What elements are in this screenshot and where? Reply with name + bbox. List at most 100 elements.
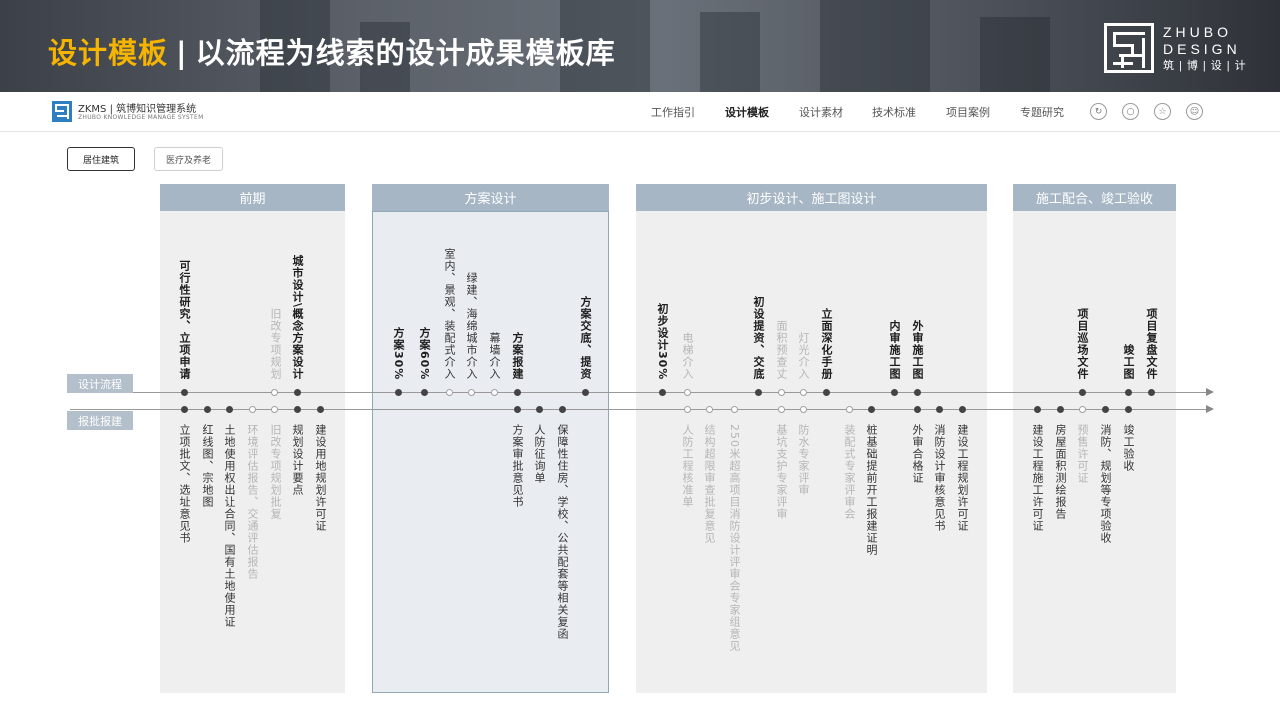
- phase-header-schematic[interactable]: 方案设计: [372, 184, 609, 211]
- approval-node[interactable]: [204, 406, 211, 413]
- design-node[interactable]: [181, 389, 188, 396]
- design-node[interactable]: [1125, 389, 1132, 396]
- approval-item[interactable]: 建设用地规划许可证: [314, 424, 327, 532]
- approval-node[interactable]: [684, 406, 691, 413]
- approval-node[interactable]: [181, 406, 188, 413]
- design-item[interactable]: 内审施工图: [888, 320, 901, 380]
- approval-item[interactable]: 环境评估报告、交通评估报告: [246, 424, 259, 580]
- design-item[interactable]: 方案60%: [418, 327, 431, 380]
- approval-node[interactable]: [226, 406, 233, 413]
- filter-residential[interactable]: 居住建筑: [67, 147, 135, 171]
- design-item[interactable]: 竣工图: [1122, 344, 1135, 380]
- design-item[interactable]: 方案交底、提资: [579, 296, 592, 380]
- approval-item[interactable]: 外审合格证: [911, 424, 924, 484]
- approval-node[interactable]: [1125, 406, 1132, 413]
- approval-node[interactable]: [536, 406, 543, 413]
- design-item[interactable]: 电梯介入: [681, 332, 694, 380]
- share-icon[interactable]: ↻: [1090, 103, 1107, 120]
- design-item[interactable]: 城市设计\概念方案设计: [291, 255, 304, 380]
- phase-header-preliminary[interactable]: 前期: [160, 184, 345, 211]
- approval-node[interactable]: [914, 406, 921, 413]
- nav-item-project-cases[interactable]: 项目案例: [946, 104, 990, 120]
- phase-header-completion[interactable]: 施工配合、竣工验收: [1013, 184, 1176, 211]
- approval-node[interactable]: [706, 406, 713, 413]
- approval-item[interactable]: 土地使用权出让合同、国有土地使用证: [223, 424, 236, 628]
- design-node[interactable]: [468, 389, 475, 396]
- approval-item[interactable]: 旧改专项规划批复: [269, 424, 282, 520]
- approval-item[interactable]: 防水专家评审: [797, 424, 810, 496]
- approval-node[interactable]: [559, 406, 566, 413]
- design-node[interactable]: [446, 389, 453, 396]
- approval-item[interactable]: 建设工程规划许可证: [956, 424, 969, 532]
- design-node[interactable]: [421, 389, 428, 396]
- nav-item-design-materials[interactable]: 设计素材: [799, 104, 843, 120]
- design-node[interactable]: [395, 389, 402, 396]
- design-item[interactable]: 外审施工图: [911, 320, 924, 380]
- approval-node[interactable]: [1079, 406, 1086, 413]
- approval-node[interactable]: [271, 406, 278, 413]
- design-node[interactable]: [914, 389, 921, 396]
- design-node[interactable]: [294, 389, 301, 396]
- approval-node[interactable]: [1057, 406, 1064, 413]
- design-node[interactable]: [778, 389, 785, 396]
- design-item[interactable]: 面积预查丈: [775, 320, 788, 380]
- phase-header-construction-docs[interactable]: 初步设计、施工图设计: [636, 184, 987, 211]
- filter-medical-elderly[interactable]: 医疗及养老: [154, 147, 223, 171]
- approval-node[interactable]: [959, 406, 966, 413]
- design-item[interactable]: 初设提资、交底: [752, 296, 765, 380]
- nav-item-design-templates[interactable]: 设计模板: [725, 104, 769, 120]
- design-item[interactable]: 项目巡场文件: [1076, 308, 1089, 380]
- design-node[interactable]: [891, 389, 898, 396]
- design-item[interactable]: 幕墙介入: [488, 332, 501, 380]
- design-item[interactable]: 旧改专项规划: [269, 308, 282, 380]
- approval-node[interactable]: [1102, 406, 1109, 413]
- design-item[interactable]: 初步设计30%: [656, 303, 669, 380]
- approval-node[interactable]: [731, 406, 738, 413]
- design-node[interactable]: [659, 389, 666, 396]
- approval-item[interactable]: 红线图、宗地图: [201, 424, 214, 508]
- design-node[interactable]: [1079, 389, 1086, 396]
- design-node[interactable]: [684, 389, 691, 396]
- approval-item[interactable]: 立项批文、选址意见书: [178, 424, 191, 544]
- approval-item[interactable]: 250米超高项目消防设计评审会专家组意见: [728, 424, 741, 652]
- design-item[interactable]: 可行性研究、立项申请: [178, 260, 191, 380]
- nav-item-topic-research[interactable]: 专题研究: [1020, 104, 1064, 120]
- approval-node[interactable]: [846, 406, 853, 413]
- approval-node[interactable]: [800, 406, 807, 413]
- approval-node[interactable]: [294, 406, 301, 413]
- nav-item-work-guide[interactable]: 工作指引: [651, 104, 695, 120]
- design-item[interactable]: 绿建、海绵城市介入: [465, 272, 478, 380]
- approval-item[interactable]: 人防工程核准单: [681, 424, 694, 508]
- approval-item[interactable]: 竣工验收: [1122, 424, 1135, 472]
- design-item[interactable]: 立面深化手册: [820, 308, 833, 380]
- design-node[interactable]: [823, 389, 830, 396]
- approval-item[interactable]: 保障性住房、学校、公共配套等相关复函: [556, 424, 569, 640]
- approval-item[interactable]: 规划设计要点: [291, 424, 304, 496]
- design-node[interactable]: [491, 389, 498, 396]
- approval-item[interactable]: 预售许可证: [1076, 424, 1089, 484]
- design-item[interactable]: 室内、景观、装配式介入: [443, 248, 456, 380]
- approval-item[interactable]: 方案审批意见书: [511, 424, 524, 508]
- design-item[interactable]: 项目复盘文件: [1145, 308, 1158, 380]
- phase-column-schematic[interactable]: [372, 211, 609, 693]
- approval-node[interactable]: [317, 406, 324, 413]
- approval-node[interactable]: [936, 406, 943, 413]
- design-node[interactable]: [1148, 389, 1155, 396]
- nav-item-tech-standards[interactable]: 技术标准: [872, 104, 916, 120]
- approval-item[interactable]: 消防、规划等专项验收: [1099, 424, 1112, 544]
- approval-item[interactable]: 消防设计审核意见书: [933, 424, 946, 532]
- approval-item[interactable]: 基坑支护专家评审: [775, 424, 788, 520]
- user-icon[interactable]: ☺: [1186, 103, 1203, 120]
- approval-node[interactable]: [514, 406, 521, 413]
- approval-node[interactable]: [778, 406, 785, 413]
- design-item[interactable]: 方案30%: [392, 327, 405, 380]
- design-node[interactable]: [514, 389, 521, 396]
- approval-item[interactable]: 装配式专家评审会: [843, 424, 856, 520]
- design-node[interactable]: [755, 389, 762, 396]
- approval-item[interactable]: 桩基础提前开工报建证明: [865, 424, 878, 556]
- approval-item[interactable]: 结构超限审查批复意见: [703, 424, 716, 544]
- design-node[interactable]: [800, 389, 807, 396]
- star-icon[interactable]: ☆: [1154, 103, 1171, 120]
- approval-node[interactable]: [249, 406, 256, 413]
- approval-node[interactable]: [868, 406, 875, 413]
